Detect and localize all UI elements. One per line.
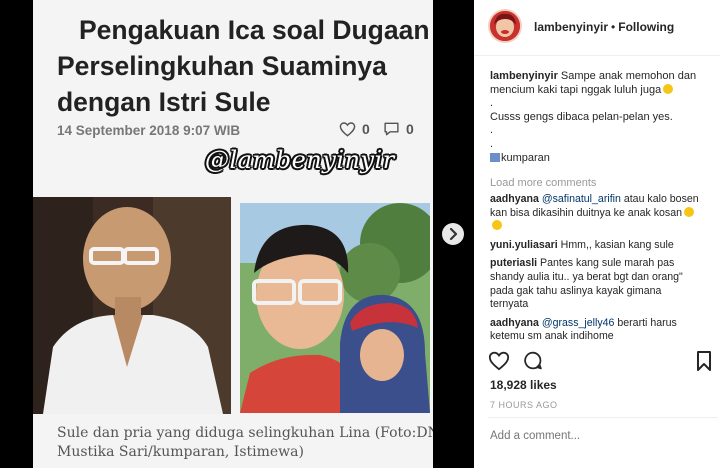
post-caption: lambenyinyir Sampe anak memohon dan menc… bbox=[490, 70, 712, 165]
caption-text: Sampe anak memohon dan bbox=[557, 70, 697, 82]
separator-dot: • bbox=[611, 20, 616, 34]
bookmark-icon bbox=[697, 351, 711, 371]
comment-text: berarti harus bbox=[614, 316, 677, 329]
comment-button[interactable] bbox=[522, 350, 544, 376]
comment-line: puteriasli Pantes kang sule marah pas bbox=[490, 257, 718, 271]
grin-emoji-icon bbox=[684, 206, 694, 217]
chevron-right-icon bbox=[449, 228, 458, 240]
comment-line: ketemu sm anak indihome bbox=[490, 330, 614, 343]
comment-line: shandy aulia itu.. ya berat bgt dan oran… bbox=[490, 270, 683, 283]
headline-line: dengan Istri Sule bbox=[57, 87, 271, 117]
kumparan-logo-icon bbox=[490, 152, 500, 162]
headline-line: Pengakuan Ica soal Dugaan bbox=[79, 15, 430, 45]
watermark: @lambenyinyir bbox=[205, 146, 395, 174]
article-comments: 0 bbox=[383, 121, 414, 137]
comment-username[interactable]: yuni.yuliasari bbox=[490, 239, 558, 251]
heart-icon bbox=[488, 351, 510, 371]
caption-line: Mustika Sari/kumparan, Istimewa) bbox=[57, 444, 304, 460]
post-image: Pengakuan Ica soal Dugaan Perselingkuhan… bbox=[33, 0, 433, 468]
caption-text: kumparan bbox=[501, 151, 550, 164]
comment-item: yuni.yuliasari Hmm,, kasian kang sule bbox=[490, 239, 718, 253]
next-image-button[interactable] bbox=[442, 223, 464, 245]
comment-item: aadhyana @grass_jelly46 berarti harus ke… bbox=[490, 317, 718, 343]
comment-text: Pantes kang sule marah pas bbox=[537, 257, 675, 270]
caption-line: Cusss gengs dibaca pelan-pelan yes. bbox=[490, 110, 673, 123]
comment-line: ternyata bbox=[490, 298, 529, 311]
comment-text: atau kalo bosen bbox=[620, 193, 699, 205]
header-user-row: lambenyinyir • Following bbox=[534, 20, 674, 34]
comment-mention[interactable]: @grass_jelly46 bbox=[542, 317, 615, 329]
comment-line: pada gak tahu aslinya kayak gimana bbox=[490, 284, 662, 297]
comment-line bbox=[490, 220, 718, 234]
avatar[interactable] bbox=[488, 9, 522, 43]
caption-line: lambenyinyir Sampe anak memohon dan bbox=[490, 70, 712, 84]
article-comment-count: 0 bbox=[406, 121, 414, 137]
article-like-count: 0 bbox=[362, 121, 370, 137]
caption-line: kumparan bbox=[490, 152, 712, 166]
caption-dot: . bbox=[490, 137, 494, 150]
comment-line: yuni.yuliasari Hmm,, kasian kang sule bbox=[490, 239, 718, 253]
following-button[interactable]: Following bbox=[618, 20, 674, 34]
comment-mention[interactable]: @safinatul_arifin bbox=[542, 193, 621, 205]
comment-text: kan bisa dikasihin duitnya ke anak kosan bbox=[490, 206, 682, 219]
header-username[interactable]: lambenyinyir bbox=[534, 20, 608, 34]
comment-bubble-icon bbox=[384, 122, 399, 136]
post-actions bbox=[488, 350, 714, 374]
comments-list: aadhyana @safinatul_arifin atau kalo bos… bbox=[490, 193, 718, 343]
add-comment-input[interactable] bbox=[490, 430, 710, 442]
likes-count[interactable]: 18,928 likes bbox=[490, 378, 557, 392]
comment-username[interactable]: puteriasli bbox=[490, 257, 537, 269]
smile-emoji-icon bbox=[663, 83, 674, 94]
comment-icon bbox=[524, 351, 542, 370]
post-timestamp: 7 HOURS AGO bbox=[490, 400, 558, 410]
headline-line: Perselingkuhan Suaminya bbox=[57, 51, 387, 81]
comment-item: aadhyana @safinatul_arifin atau kalo bos… bbox=[490, 193, 718, 234]
heart-outline-icon bbox=[339, 122, 356, 137]
comment-username[interactable]: aadhyana bbox=[490, 193, 539, 205]
caption-text: mencium kaki tapi nggak luluh juga bbox=[490, 83, 662, 96]
comment-text: Hmm,, kasian kang sule bbox=[557, 238, 674, 251]
post-header: lambenyinyir • Following bbox=[474, 0, 720, 56]
photo-sule bbox=[33, 197, 231, 414]
article-date: 14 September 2018 9:07 WIB bbox=[57, 123, 241, 138]
instagram-post-viewer: Pengakuan Ica soal Dugaan Perselingkuhan… bbox=[0, 0, 720, 468]
article-likes: 0 bbox=[339, 121, 370, 137]
caption-line: mencium kaki tapi nggak luluh juga bbox=[490, 83, 712, 98]
caption-line: Sule dan pria yang diduga selingkuhan Li… bbox=[57, 425, 433, 441]
divider bbox=[488, 417, 718, 418]
caption-dot: . bbox=[490, 97, 494, 110]
like-button[interactable] bbox=[488, 350, 510, 376]
load-more-comments-button[interactable]: Load more comments bbox=[490, 177, 596, 189]
post-side-panel: lambenyinyir • Following lambenyinyir Samp… bbox=[474, 0, 720, 468]
comment-line: kan bisa dikasihin duitnya ke anak kosan bbox=[490, 206, 718, 221]
caption-username[interactable]: lambenyinyir bbox=[490, 70, 558, 82]
ok-hand-emoji-icon bbox=[492, 220, 502, 231]
caption-dot: . bbox=[490, 124, 494, 137]
comment-username[interactable]: aadhyana bbox=[490, 317, 539, 329]
comment-line: aadhyana @safinatul_arifin atau kalo bos… bbox=[490, 193, 718, 207]
article-meta: 14 September 2018 9:07 WIB 0 0 bbox=[57, 121, 417, 143]
photo-couple bbox=[240, 203, 430, 413]
comment-line: aadhyana @grass_jelly46 berarti harus bbox=[490, 317, 718, 331]
save-button[interactable] bbox=[696, 350, 712, 377]
article-headline: Pengakuan Ica soal Dugaan Perselingkuhan… bbox=[57, 12, 430, 120]
photo-caption: Sule dan pria yang diduga selingkuhan Li… bbox=[57, 424, 433, 462]
comment-item: puteriasli Pantes kang sule marah pas sh… bbox=[490, 257, 718, 311]
